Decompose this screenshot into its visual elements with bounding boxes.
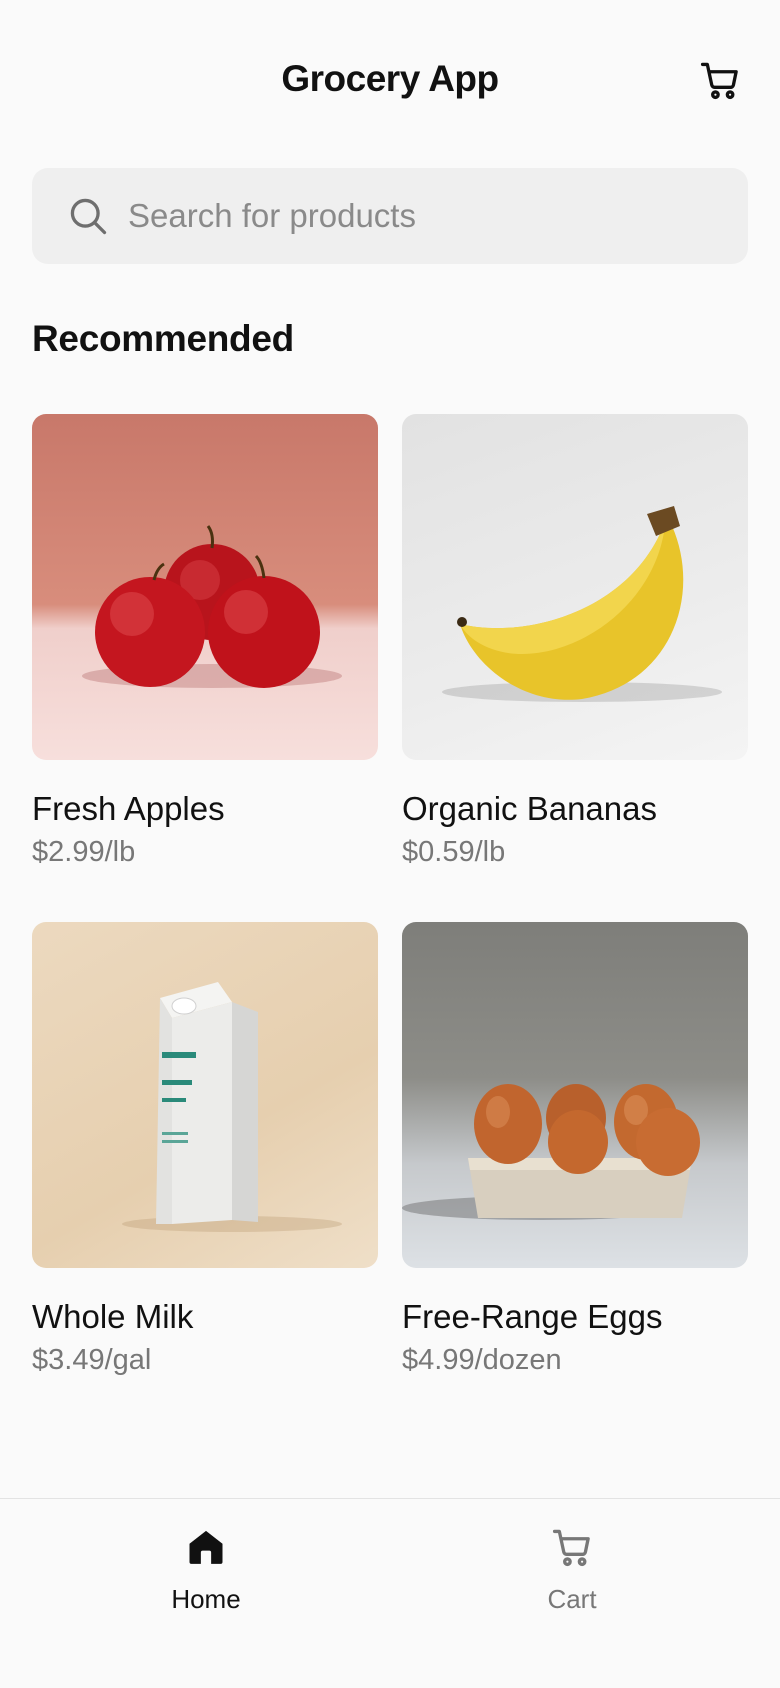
product-price: $0.59/lb (402, 836, 506, 868)
section-title-recommended: Recommended (32, 318, 294, 359)
search-bar[interactable] (32, 168, 748, 264)
product-image-eggs (402, 922, 748, 1268)
product-name: Free-Range Eggs (402, 1298, 663, 1335)
product-card-milk[interactable]: Whole Milk $3.49/gal (32, 922, 378, 1377)
product-image-apples (32, 414, 378, 760)
grocery-app: Grocery App Recommended (0, 0, 780, 1688)
product-card-apples[interactable]: Fresh Apples $2.99/lb (32, 414, 378, 869)
search-icon (70, 198, 107, 235)
product-image-bananas (402, 414, 748, 760)
nav-item-home[interactable]: Home (106, 1525, 306, 1615)
nav-item-cart[interactable]: Cart (472, 1525, 672, 1615)
product-price: $2.99/lb (32, 836, 136, 868)
product-image-milk (32, 922, 378, 1268)
nav-label-home: Home (171, 1584, 241, 1614)
product-name: Fresh Apples (32, 790, 225, 827)
home-icon (189, 1530, 223, 1564)
product-name: Whole Milk (32, 1298, 194, 1335)
product-card-bananas[interactable]: Organic Bananas $0.59/lb (402, 414, 748, 869)
bottom-navigation: Home Cart (0, 1498, 780, 1688)
product-price: $3.49/gal (32, 1344, 152, 1376)
product-price: $4.99/dozen (402, 1344, 562, 1376)
product-card-eggs[interactable]: Free-Range Eggs $4.99/dozen (402, 922, 748, 1377)
cart-icon (700, 62, 738, 100)
page-title: Grocery App (281, 58, 499, 99)
header-cart-button[interactable] (696, 56, 744, 104)
nav-label-cart: Cart (547, 1584, 597, 1614)
search-input[interactable] (128, 197, 688, 235)
app-header: Grocery App (0, 0, 780, 160)
product-name: Organic Bananas (402, 790, 657, 827)
cart-icon (552, 1529, 590, 1567)
